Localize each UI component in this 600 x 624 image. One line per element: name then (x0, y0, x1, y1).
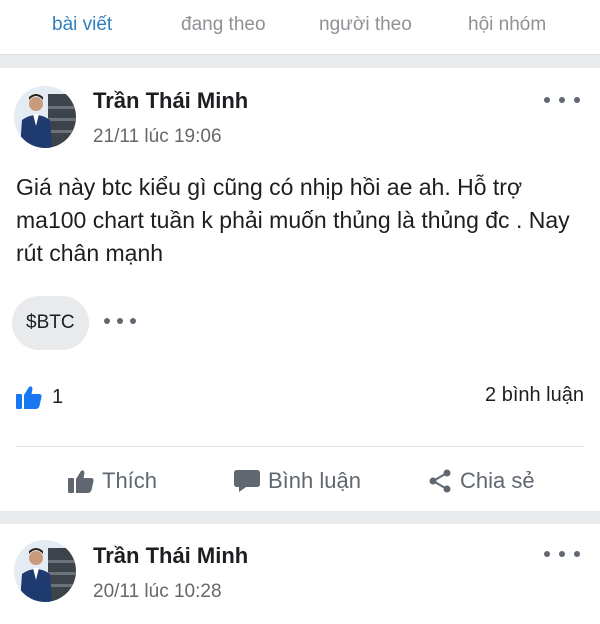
thumbs-up-icon (68, 470, 94, 493)
share-button[interactable]: Chia sẻ (428, 463, 535, 499)
post-timestamp: 21/11 lúc 19:06 (93, 126, 222, 147)
comment-count[interactable]: 2 bình luận (485, 384, 584, 407)
post-card: Trần Thái Minh 21/11 lúc 19:06 Giá này b… (0, 68, 600, 511)
share-icon (429, 469, 451, 493)
divider (16, 446, 584, 447)
comment-label: Bình luận (268, 468, 361, 493)
like-button[interactable]: Thích (68, 463, 157, 499)
comment-icon (234, 470, 260, 492)
avatar[interactable] (14, 540, 76, 602)
post-card: Trần Thái Minh 20/11 lúc 10:28 (0, 524, 600, 624)
tab-groups[interactable]: hội nhóm (468, 14, 546, 36)
like-label: Thích (102, 468, 158, 493)
like-count: 1 (52, 385, 64, 408)
like-summary[interactable]: 1 (16, 382, 63, 412)
post-author[interactable]: Trần Thái Minh (93, 543, 248, 569)
tab-following[interactable]: đang theo (181, 14, 266, 36)
tab-posts[interactable]: bài viết (52, 14, 112, 36)
more-icon[interactable] (544, 92, 580, 108)
share-label: Chia sẻ (460, 468, 535, 493)
thumbs-up-icon (16, 386, 42, 409)
post-author[interactable]: Trần Thái Minh (93, 88, 248, 114)
more-icon[interactable] (104, 316, 136, 326)
post-body: Giá này btc kiểu gì cũng có nhịp hồi ae … (16, 174, 570, 266)
more-icon[interactable] (544, 546, 580, 562)
comment-button[interactable]: Bình luận (234, 463, 361, 499)
tab-followers[interactable]: người theo (319, 14, 412, 36)
avatar[interactable] (14, 86, 76, 148)
ticker-tag[interactable]: $BTC (12, 296, 89, 350)
profile-tab-bar: bài viết đang theo người theo hội nhóm (0, 0, 600, 55)
avatar-photo (14, 86, 76, 148)
avatar-photo (14, 540, 76, 602)
